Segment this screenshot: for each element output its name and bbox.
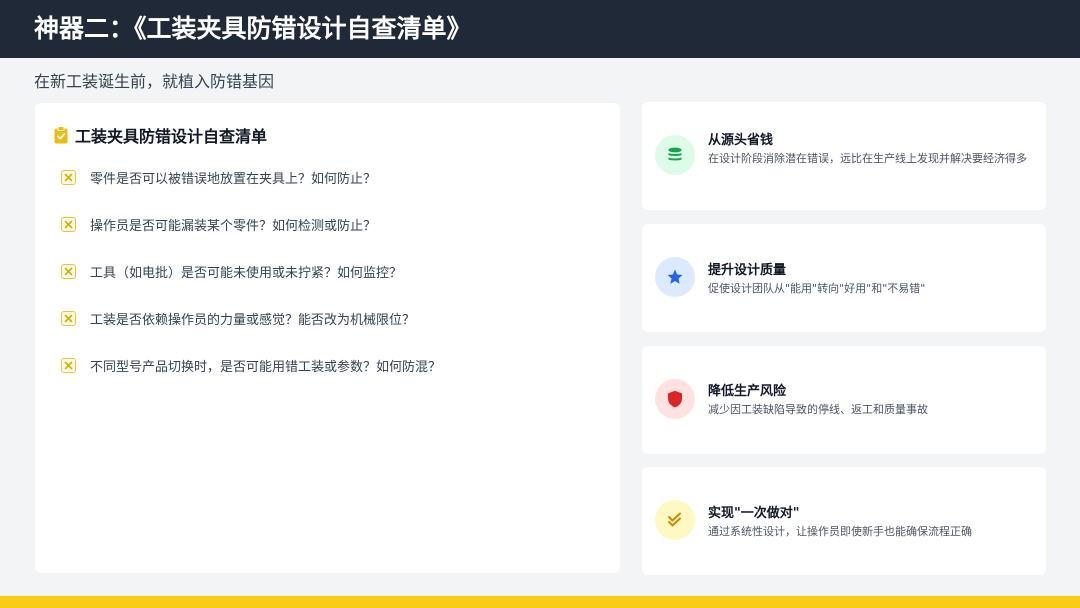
shield-icon [655, 379, 695, 419]
star-icon [655, 257, 695, 297]
checklist-item: 不同型号产品切换时，是否可能用错工装或参数？如何防混？ [61, 353, 441, 377]
benefit-description: 减少因工装缺陷导致的停线、返工和质量事故 [708, 403, 928, 416]
accent-bottom-bar [0, 596, 1080, 608]
checklist-item-text: 工具（如电批）是否可能未使用或未拧紧？如何监控？ [90, 265, 403, 281]
header-bar: 神器二：《工装夹具防错设计自查清单》 [0, 0, 1080, 58]
x-box-icon [61, 169, 76, 185]
checklist-item: 零件是否可以被错误地放置在夹具上？如何防止？ [61, 165, 376, 189]
benefit-card: 实现"一次做对" 通过系统性设计，让操作员即使新手也能确保流程正确 [642, 467, 1046, 575]
benefit-description: 促使设计团队从"能用"转向"好用"和"不易错" [708, 282, 926, 295]
page-title: 神器二：《工装夹具防错设计自查清单》 [34, 14, 472, 43]
benefit-description: 在设计阶段消除潜在错误，远比在生产线上发现并解决要经济得多 [708, 152, 1027, 165]
checklist-item-text: 不同型号产品切换时，是否可能用错工装或参数？如何防混？ [90, 359, 442, 375]
benefit-card: 从源头省钱 在设计阶段消除潜在错误，远比在生产线上发现并解决要经济得多 [642, 102, 1046, 210]
checklist-item: 操作员是否可能漏装某个零件？如何检测或防止？ [61, 212, 376, 236]
checklist-item-text: 零件是否可以被错误地放置在夹具上？如何防止？ [90, 171, 377, 187]
benefit-title: 实现"一次做对" [708, 506, 800, 521]
checklist-item-text: 操作员是否可能漏装某个零件？如何检测或防止？ [90, 218, 377, 234]
benefit-card: 降低生产风险 减少因工装缺陷导致的停线、返工和质量事故 [642, 346, 1046, 454]
checklist-card: 工装夹具防错设计自查清单 零件是否可以被错误地放置在夹具上？如何防止？ 操作员是… [35, 103, 620, 573]
x-box-icon [61, 263, 76, 279]
checklist-item-text: 工装是否依赖操作员的力量或感觉？能否改为机械限位？ [90, 312, 416, 328]
checklist-item: 工具（如电批）是否可能未使用或未拧紧？如何监控？ [61, 259, 402, 283]
coins-icon [655, 135, 695, 175]
x-box-icon [61, 357, 76, 373]
page-subtitle: 在新工装诞生前，就植入防错基因 [34, 72, 275, 91]
x-box-icon [61, 310, 76, 326]
double-check-icon [655, 500, 695, 540]
benefit-title: 降低生产风险 [708, 384, 787, 399]
x-box-icon [61, 216, 76, 232]
benefit-card: 提升设计质量 促使设计团队从"能用"转向"好用"和"不易错" [642, 224, 1046, 332]
benefit-title: 从源头省钱 [708, 133, 774, 148]
benefit-description: 通过系统性设计，让操作员即使新手也能确保流程正确 [708, 525, 972, 538]
checklist-item: 工装是否依赖操作员的力量或感觉？能否改为机械限位？ [61, 306, 415, 330]
checklist-title: 工装夹具防错设计自查清单 [75, 127, 268, 146]
benefit-title: 提升设计质量 [708, 263, 787, 278]
clipboard-check-icon [54, 126, 68, 144]
checklist-header: 工装夹具防错设计自查清单 [54, 123, 267, 147]
